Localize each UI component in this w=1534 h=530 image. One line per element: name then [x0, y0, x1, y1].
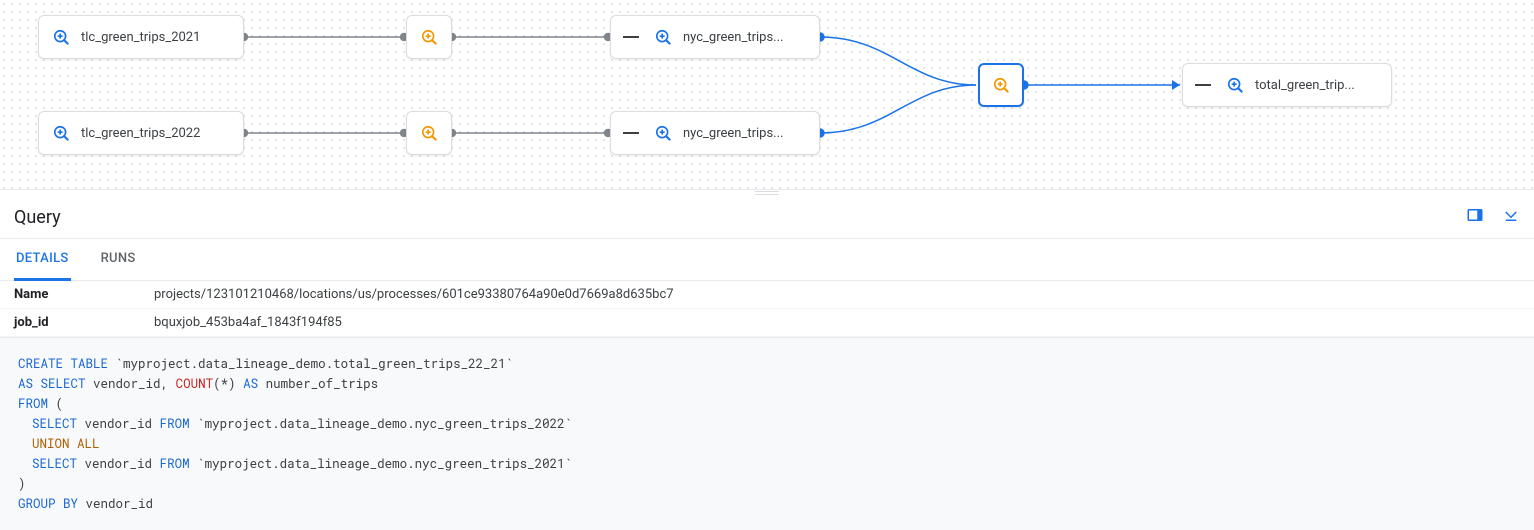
tab-runs[interactable]: RUNS — [99, 239, 138, 280]
prop-val-name: projects/123101210468/locations/us/proce… — [154, 287, 674, 302]
process-icon — [419, 27, 439, 47]
process-node[interactable] — [406, 15, 452, 59]
prop-val-jobid: bquxjob_453ba4af_1843f194f85 — [154, 315, 342, 330]
node-label: nyc_green_trips... — [683, 30, 783, 45]
source-table-node[interactable]: tlc_green_trips_2022 — [38, 111, 244, 155]
table-row: job_id bquxjob_453ba4af_1843f194f85 — [0, 309, 1534, 337]
bigquery-icon — [51, 27, 71, 47]
intermediate-table-node[interactable]: nyc_green_trips... — [610, 15, 820, 59]
bigquery-icon — [1225, 75, 1245, 95]
node-label: tlc_green_trips_2021 — [81, 30, 200, 45]
collapse-icon[interactable] — [1195, 84, 1211, 86]
bigquery-icon — [653, 123, 673, 143]
collapse-icon[interactable] — [623, 36, 639, 38]
intermediate-table-node[interactable]: nyc_green_trips... — [610, 111, 820, 155]
sql-code-block: CREATE TABLE `myproject.data_lineage_dem… — [0, 338, 1534, 530]
properties-table: Name projects/123101210468/locations/us/… — [0, 281, 1534, 338]
table-row: Name projects/123101210468/locations/us/… — [0, 281, 1534, 309]
side-panel-icon[interactable] — [1466, 206, 1484, 228]
panel-title: Query — [14, 207, 61, 228]
panel-header: Query — [0, 196, 1534, 239]
selected-process-node[interactable] — [978, 63, 1024, 107]
collapse-panel-icon[interactable] — [1502, 206, 1520, 228]
process-icon — [419, 123, 439, 143]
process-node[interactable] — [406, 111, 452, 155]
process-icon — [991, 75, 1011, 95]
panel-tabs: DETAILS RUNS — [0, 239, 1534, 281]
source-table-node[interactable]: tlc_green_trips_2021 — [38, 15, 244, 59]
prop-key-jobid: job_id — [14, 315, 154, 330]
destination-table-node[interactable]: total_green_trip... — [1182, 63, 1392, 107]
lineage-graph[interactable]: tlc_green_trips_2021 nyc_green_trips... … — [0, 0, 1534, 190]
node-label: total_green_trip... — [1255, 78, 1355, 93]
bigquery-icon — [51, 123, 71, 143]
tab-details[interactable]: DETAILS — [14, 239, 71, 281]
collapse-icon[interactable] — [623, 132, 639, 134]
prop-key-name: Name — [14, 287, 154, 302]
bigquery-icon — [653, 27, 673, 47]
node-label: nyc_green_trips... — [683, 126, 783, 141]
node-label: tlc_green_trips_2022 — [81, 126, 200, 141]
